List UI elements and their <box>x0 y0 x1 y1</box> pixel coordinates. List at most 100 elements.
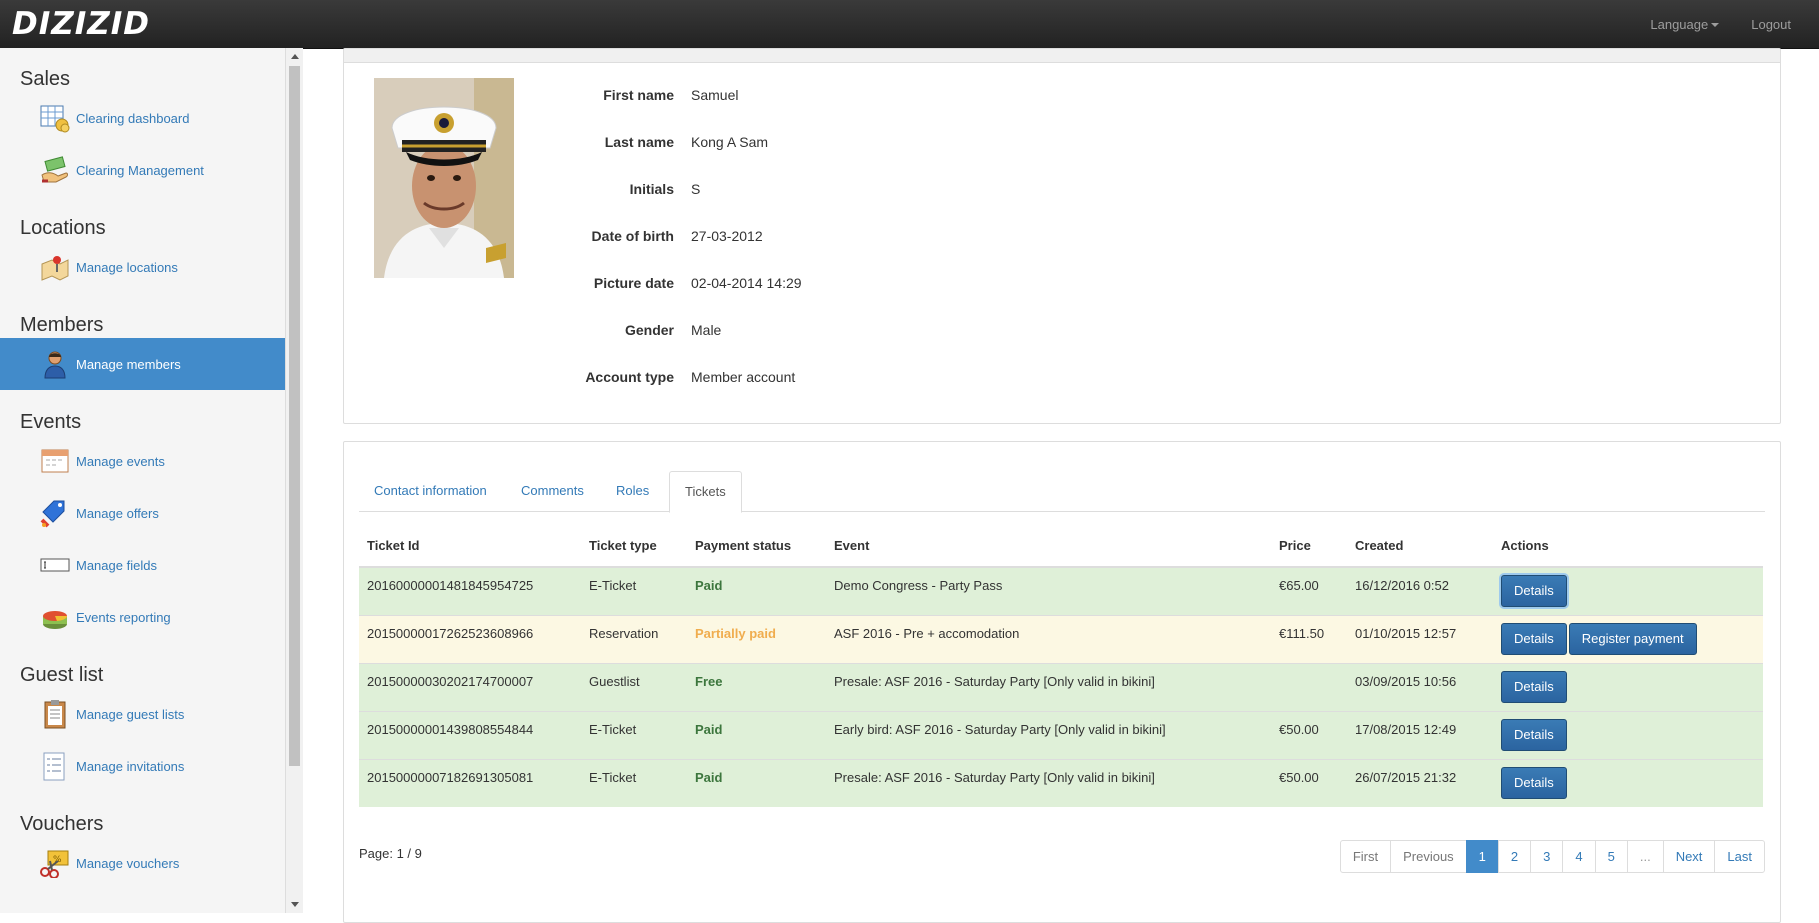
column-header[interactable]: Price <box>1271 525 1347 568</box>
row-actions: Details <box>1493 662 1763 711</box>
tab-bar: Contact information Comments Roles Ticke… <box>359 456 1765 513</box>
sidebar-item-manage-locations[interactable]: Manage locations <box>0 241 285 293</box>
ticket-price: €65.00 <box>1271 566 1347 615</box>
pagination-next[interactable]: Next <box>1662 840 1716 873</box>
register-payment-button[interactable]: Register payment <box>1568 622 1697 655</box>
sidebar-item-manage-offers[interactable]: Manage offers <box>0 487 285 539</box>
column-header[interactable]: Created <box>1347 525 1493 568</box>
scroll-up-icon[interactable] <box>291 54 299 59</box>
ticket-price: €111.50 <box>1271 614 1347 663</box>
sidebar-item-manage-invitations[interactable]: Manage invitations <box>0 740 285 792</box>
sidebar-item-label: Manage offers <box>76 505 159 521</box>
payment-status: Partially paid <box>687 614 826 663</box>
ticket-type: Reservation <box>581 614 687 663</box>
scrollbar-thumb[interactable] <box>289 66 300 766</box>
scroll-down-icon[interactable] <box>291 902 299 907</box>
field-value: Member account <box>691 369 796 385</box>
sidebar-item-label: Manage invitations <box>76 758 185 774</box>
sidebar-section-events: Events <box>20 411 82 433</box>
column-header[interactable]: Ticket Id <box>359 525 581 568</box>
sidebar-item-manage-events[interactable]: Manage events <box>0 435 285 487</box>
sidebar-item-manage-fields[interactable]: Manage fields <box>0 539 285 591</box>
panel-header-strip <box>344 49 1780 63</box>
logout-link[interactable]: Logout <box>1735 17 1819 32</box>
ticket-id: 20150000001439808554844 <box>359 710 581 759</box>
ticket-type: E-Ticket <box>581 566 687 615</box>
map-pin-icon <box>41 256 69 281</box>
table-header-row: Ticket Id Ticket type Payment status Eve… <box>359 525 1763 568</box>
app-logo[interactable]: DIZIZID <box>12 6 150 42</box>
payment-status: Paid <box>687 566 826 615</box>
sidebar-item-manage-members[interactable]: Manage members <box>0 338 285 390</box>
sidebar-item-manage-vouchers[interactable]: % Manage vouchers <box>0 837 285 889</box>
chevron-down-icon <box>1711 23 1720 28</box>
ticket-type: E-Ticket <box>581 710 687 759</box>
tab-roles[interactable]: Roles <box>601 471 664 511</box>
ticket-type: Guestlist <box>581 662 687 711</box>
language-dropdown[interactable]: Language <box>1634 17 1735 32</box>
field-label: Date of birth <box>591 228 674 244</box>
ticket-type: E-Ticket <box>581 758 687 807</box>
sidebar-item-label: Events reporting <box>76 609 171 625</box>
ticket-created: 03/09/2015 10:56 <box>1347 662 1493 711</box>
ticket-price <box>1271 662 1347 711</box>
tab-tickets[interactable]: Tickets <box>669 471 742 513</box>
sidebar-scrollbar[interactable] <box>285 48 303 913</box>
pagination-page-4[interactable]: 4 <box>1562 840 1596 873</box>
member-info-panel: First name Samuel Last name Kong A Sam I… <box>343 48 1781 424</box>
person-icon <box>44 351 66 379</box>
row-actions: Details Register payment <box>1493 614 1763 663</box>
ticket-id: 20160000001481845954725 <box>359 566 581 615</box>
details-button[interactable]: Details <box>1501 575 1567 607</box>
language-label: Language <box>1650 16 1709 32</box>
field-value: S <box>691 181 701 197</box>
sidebar-item-clearing-management[interactable]: Clearing Management <box>0 144 285 196</box>
pagination-page-1[interactable]: 1 <box>1465 840 1499 873</box>
sidebar-item-events-reporting[interactable]: Events reporting <box>0 591 285 643</box>
voucher-scissors-icon: % <box>40 850 69 878</box>
event-name: Presale: ASF 2016 - Saturday Party [Only… <box>826 662 1271 711</box>
pagination-page-2[interactable]: 2 <box>1497 840 1532 873</box>
pagination-page-5[interactable]: 5 <box>1594 840 1628 873</box>
row-actions: Details <box>1493 566 1763 615</box>
top-navbar: DIZIZID Language Logout <box>0 0 1819 49</box>
sidebar-item-label: Manage events <box>76 453 165 469</box>
ticket-id: 20150000007182691305081 <box>359 758 581 807</box>
column-header[interactable]: Payment status <box>687 525 826 568</box>
row-actions: Details <box>1493 758 1763 807</box>
sidebar-item-label: Clearing dashboard <box>76 110 190 126</box>
details-button[interactable]: Details <box>1501 670 1567 703</box>
details-button[interactable]: Details <box>1501 718 1567 751</box>
payment-status: Paid <box>687 758 826 807</box>
column-header: Actions <box>1493 525 1763 568</box>
field-value: 02-04-2014 14:29 <box>691 275 802 291</box>
column-header[interactable]: Ticket type <box>581 525 687 568</box>
tab-contact-information[interactable]: Contact information <box>359 471 502 511</box>
details-button[interactable]: Details <box>1501 622 1567 655</box>
tab-comments[interactable]: Comments <box>506 471 599 511</box>
sidebar-item-label: Manage guest lists <box>76 706 185 722</box>
sidebar-section-vouchers: Vouchers <box>20 813 104 835</box>
payment-status: Free <box>687 662 826 711</box>
pagination-previous[interactable]: Previous <box>1390 840 1467 873</box>
event-name: Early bird: ASF 2016 - Saturday Party [O… <box>826 710 1271 759</box>
field-label: Gender <box>624 322 674 338</box>
pagination-first[interactable]: First <box>1339 840 1392 873</box>
pagination-last[interactable]: Last <box>1714 840 1765 873</box>
column-header[interactable]: Event <box>826 525 1271 568</box>
pagination: First Previous 1 2 3 4 5 ... Next Last <box>1339 840 1765 873</box>
sidebar-item-clearing-dashboard[interactable]: Clearing dashboard <box>0 92 285 144</box>
details-button[interactable]: Details <box>1501 766 1567 799</box>
pagination-ellipsis: ... <box>1626 840 1664 873</box>
pagination-page-3[interactable]: 3 <box>1530 840 1564 873</box>
ticket-created: 17/08/2015 12:49 <box>1347 710 1493 759</box>
sidebar-item-manage-guest-lists[interactable]: Manage guest lists <box>0 688 285 740</box>
field-value: Kong A Sam <box>691 134 769 150</box>
sidebar-item-label: Manage vouchers <box>76 855 180 871</box>
table-row: 20150000017262523608966 Reservation Part… <box>359 614 1763 663</box>
sidebar-item-label: Manage members <box>76 356 181 372</box>
sidebar-section-locations: Locations <box>20 217 106 239</box>
sidebar-section-members: Members <box>20 314 104 336</box>
field-value: 27-03-2012 <box>691 228 763 244</box>
clipboard-icon <box>44 700 66 729</box>
